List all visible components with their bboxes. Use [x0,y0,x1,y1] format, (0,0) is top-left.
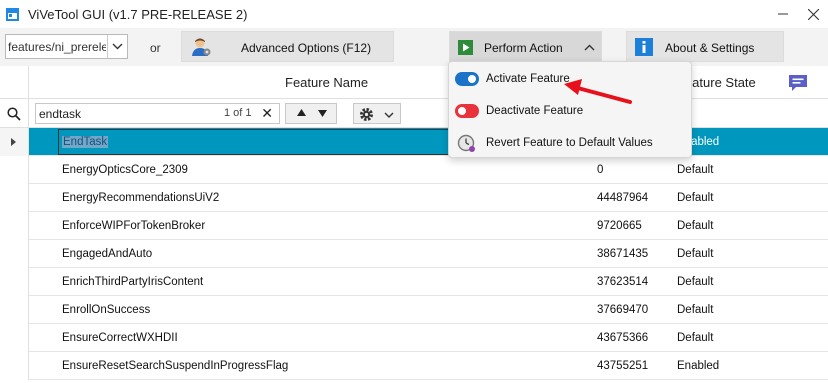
feature-name: EnforceWIPForTokenBroker [62,220,206,232]
row-selector[interactable] [0,268,29,296]
feature-name: EnsureResetSearchSuspendInProgressFlag [62,360,289,372]
search-nav-buttons [285,103,337,124]
perform-action-button[interactable]: Perform Action [449,31,602,62]
clock-revert-icon [457,134,475,152]
table-row[interactable]: EnrollOnSuccess 37669470 Default [0,296,828,324]
play-icon [458,40,473,55]
search-row: endtask 1 of 1 ✕ [0,99,828,128]
table-row[interactable]: EnsureCorrectWXHDII 43675366 Default [0,324,828,352]
close-icon [807,8,819,20]
feature-id: 38671435 [597,248,649,260]
minimize-icon [778,13,788,15]
column-header-feature-name[interactable]: Feature Name [285,75,368,90]
comment-icon[interactable] [788,73,808,93]
grid-header: Feature Name Feature State [0,66,828,99]
menu-item-revert-feature[interactable]: Revert Feature to Default Values [449,127,693,159]
feature-name: EngagedAndAuto [62,248,153,260]
header-selector-cell [0,66,29,99]
user-settings-icon [192,38,211,56]
about-settings-label: About & Settings [665,41,755,55]
table-row[interactable]: EnrichThirdPartyIrisContent 37623514 Def… [0,268,828,296]
menu-item-label: Deactivate Feature [486,105,584,117]
feature-id: 43755251 [597,360,649,372]
triangle-up-icon[interactable] [297,109,306,116]
feature-state: Default [677,164,714,176]
feature-name: EnrollOnSuccess [62,304,151,316]
feature-name: EnrichThirdPartyIrisContent [62,276,204,288]
menu-item-label: Revert Feature to Default Values [486,137,653,149]
feature-id: 9720665 [597,220,642,232]
table-row[interactable]: EngagedAndAuto 38671435 Default [0,240,828,268]
app-icon [6,8,19,21]
about-settings-button[interactable]: About & Settings [626,31,784,62]
feature-grid: Feature Name Feature State endtask 1 of … [0,66,828,383]
menu-item-label: Activate Feature [486,73,570,85]
title-bar: ViVeTool GUI (v1.7 PRE-RELEASE 2) [0,0,828,28]
search-icon [7,106,21,121]
table-row[interactable]: EndTask Enabled [0,128,828,156]
branch-select-value: features/ni_prerelease [8,40,106,54]
table-row[interactable]: EnergyRecommendationsUiV2 44487964 Defau… [0,184,828,212]
feature-state: Default [677,276,714,288]
search-icon-cell [0,99,29,128]
search-options-button[interactable] [353,103,401,124]
search-input[interactable]: endtask 1 of 1 ✕ [35,103,280,124]
row-selector[interactable] [0,212,29,240]
perform-action-label: Perform Action [484,41,563,55]
table-row[interactable]: EnsureResetSearchSuspendInProgressFlag 4… [0,352,828,380]
close-button[interactable] [802,3,824,25]
toggle-off-icon [455,104,479,118]
gear-icon [360,108,373,121]
feature-state: Default [677,192,714,204]
table-row[interactable]: EnforceWIPForTokenBroker 9720665 Default [0,212,828,240]
window-title: ViVeTool GUI (v1.7 PRE-RELEASE 2) [28,7,248,22]
branch-select[interactable]: features/ni_prerelease [5,34,128,59]
chevron-up-icon [584,44,595,51]
advanced-options-button[interactable]: Advanced Options (F12) [181,31,394,62]
chevron-down-icon [384,112,394,118]
row-selector[interactable] [0,156,29,184]
feature-id: 0 [597,164,604,176]
grid-rows: EndTask Enabled EnergyOpticsCore_2309 0 … [0,128,828,380]
table-row[interactable]: EnergyOpticsCore_2309 0 Default [0,156,828,184]
feature-state: Default [677,332,714,344]
minimize-button[interactable] [772,3,794,25]
row-selector[interactable] [0,240,29,268]
branch-dropdown-button[interactable] [107,35,127,58]
toggle-on-icon [455,72,479,86]
feature-name: EnsureCorrectWXHDII [62,332,178,344]
caret-right-icon [11,138,16,146]
row-selector[interactable] [0,352,29,380]
search-input-value: endtask [39,107,82,121]
feature-name: EnergyRecommendationsUiV2 [62,192,220,204]
close-icon[interactable]: ✕ [261,105,273,122]
feature-id: 43675366 [597,332,649,344]
row-selector[interactable] [0,184,29,212]
row-selector[interactable] [0,296,29,324]
feature-name: EnergyOpticsCore_2309 [62,164,188,176]
feature-name: EndTask [62,136,109,148]
feature-id: 44487964 [597,192,649,204]
feature-state: Enabled [677,360,720,372]
annotation-arrow-icon [564,79,632,104]
info-icon [635,38,653,56]
triangle-down-icon[interactable] [318,110,327,117]
feature-state: Default [677,220,714,232]
or-label: or [150,41,161,55]
feature-id: 37623514 [597,276,649,288]
chevron-down-icon [112,43,123,50]
row-selector[interactable] [0,324,29,352]
feature-id: 37669470 [597,304,649,316]
advanced-options-label: Advanced Options (F12) [241,41,372,55]
feature-state: Default [677,248,714,260]
search-match-count: 1 of 1 [224,107,252,119]
row-selector[interactable] [0,128,29,156]
toolbar: features/ni_prerelease or Advanced Optio… [0,28,828,66]
feature-state: Default [677,304,714,316]
